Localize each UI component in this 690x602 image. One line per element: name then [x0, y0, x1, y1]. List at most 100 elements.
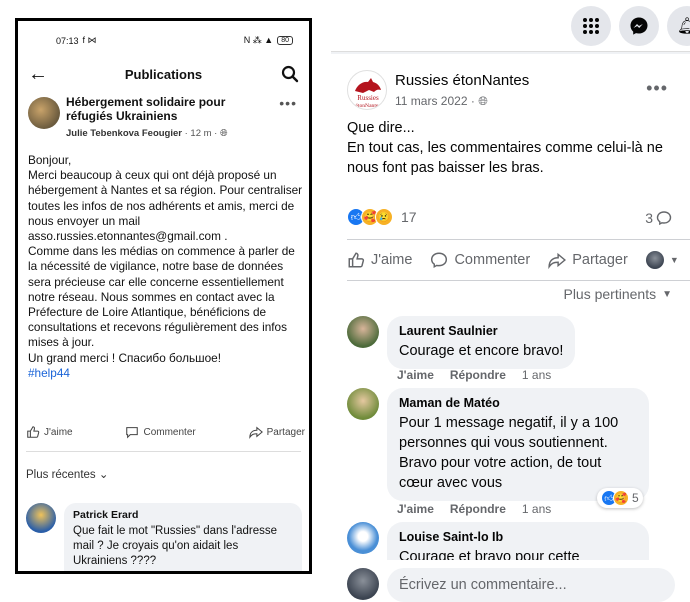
post-text: Que dire... En tout cas, les commentaires…: [347, 118, 677, 178]
comment-text: Que fait le mot "Russies" dans l'adresse…: [73, 525, 278, 567]
messenger-button[interactable]: [619, 6, 659, 46]
notifications-button[interactable]: 🔔︎: [667, 6, 690, 46]
chevron-down-icon: ⌄: [98, 469, 109, 481]
comment-icon: [126, 427, 139, 439]
comment-bubble: Louise Saint-lo Ib Courage et bravo pour…: [387, 522, 649, 560]
caret-down-icon: ▼: [669, 255, 679, 265]
comment-label: Commenter: [454, 252, 531, 268]
avatar[interactable]: [26, 503, 56, 533]
more-options-icon[interactable]: •••: [646, 78, 668, 99]
write-comment-row: Écrivez un commentaire...: [347, 568, 687, 602]
post-line: Comme dans les médias on commence à parl…: [28, 244, 295, 350]
group-avatar[interactable]: [28, 97, 60, 129]
post-card: Russies étonNantes Russies étonNantes 11…: [331, 54, 690, 602]
date-separator: ·: [470, 94, 475, 108]
comment-text: Courage et encore bravo!: [399, 343, 564, 359]
comment-bubble: Patrick Erard Que fait le mot "Russies" …: [64, 503, 302, 571]
like-label: J'aime: [371, 252, 413, 268]
bell-icon: 🔔︎: [676, 18, 690, 35]
page-name[interactable]: Russies étonNantes: [395, 72, 529, 89]
comment-label: Commenter: [143, 426, 196, 438]
phone-screenshot: 07:13 f ⋈ N ⁂ ▲ 80 ← Publications Héberg…: [15, 18, 312, 574]
menu-button[interactable]: [571, 6, 611, 46]
sort-label: Plus pertinents: [563, 286, 657, 302]
comment-reply-button[interactable]: Répondre: [450, 502, 506, 516]
share-label: Partager: [572, 252, 628, 268]
comment-bubble-icon: [656, 211, 672, 226]
share-button[interactable]: Partager: [248, 421, 305, 443]
share-icon: [248, 426, 263, 439]
avatar: [645, 251, 664, 269]
reactions-summary[interactable]: 👍︎ 🥰 😢 17: [347, 208, 417, 226]
status-icons: f ⋈: [82, 35, 97, 45]
phone-screen: 07:13 f ⋈ N ⁂ ▲ 80 ← Publications Héberg…: [18, 21, 309, 571]
audience-selector[interactable]: ▼: [645, 251, 679, 269]
avatar[interactable]: [347, 388, 379, 420]
avatar[interactable]: [347, 568, 379, 600]
comment-author[interactable]: Louise Saint-lo Ib: [399, 530, 637, 544]
comment-time[interactable]: 1 ans: [522, 502, 551, 516]
post-author[interactable]: Julie Tebenkova Feougier: [66, 128, 182, 139]
avatar[interactable]: [347, 316, 379, 348]
post-date-line: 11 mars 2022 · 🌐︎: [395, 94, 488, 109]
status-bar: 07:13 f ⋈: [56, 35, 97, 46]
comment-button[interactable]: Commenter: [430, 251, 530, 269]
thumbs-up-icon: [348, 252, 365, 268]
top-nav: 🔔︎: [331, 0, 690, 52]
battery-icon: 80: [277, 36, 293, 45]
post-body: Bonjour, Merci beaucoup à ceux qui ont d…: [28, 153, 304, 381]
avatar[interactable]: [347, 522, 379, 554]
search-icon[interactable]: [281, 65, 299, 88]
comment-bubble: Maman de Matéo Pour 1 message negatif, i…: [387, 388, 649, 501]
post-actions: J'aime Commenter Partager ▼: [347, 248, 690, 272]
screenshot-root: 07:13 f ⋈ N ⁂ ▲ 80 ← Publications Héberg…: [0, 0, 690, 602]
globe-icon: 🌐︎: [220, 128, 228, 139]
more-options-icon[interactable]: •••: [279, 95, 297, 111]
post-actions: J'aime Commenter Partager: [26, 421, 305, 443]
divider: [26, 451, 301, 452]
divider: [347, 239, 690, 240]
comment-reply-button[interactable]: Répondre: [450, 368, 506, 382]
comment-time[interactable]: 1 ans: [522, 368, 551, 382]
logo-text: Russies: [357, 94, 379, 102]
like-button[interactable]: J'aime: [347, 251, 412, 269]
sort-dropdown[interactable]: Plus pertinents ▼: [563, 286, 672, 302]
comment-like-button[interactable]: J'aime: [397, 502, 434, 516]
status-bar-right: N ⁂ ▲ 80: [244, 35, 293, 46]
comment-author[interactable]: Laurent Saulnier: [399, 324, 563, 338]
comment-count-value: 3: [645, 210, 653, 226]
grid-menu-icon: [583, 18, 599, 34]
comment-like-button[interactable]: J'aime: [397, 368, 434, 382]
group-name[interactable]: Hébergement solidaire pour réfugiés Ukra…: [66, 95, 256, 123]
app-header: ← Publications: [18, 63, 309, 89]
logo-text: étonNantes: [355, 103, 380, 109]
comment-reactions[interactable]: 👍︎ 🥰 5: [597, 488, 643, 508]
thumbs-up-icon: [27, 426, 40, 438]
post-date[interactable]: 11 mars 2022: [395, 94, 468, 108]
post-time: 12 m: [190, 128, 212, 139]
post-line: Merci beaucoup à ceux qui ont déjà propo…: [28, 168, 303, 244]
post-line: Bonjour,: [28, 153, 72, 167]
facebook-desktop: 🔔︎ Russies étonNantes Russies étonNantes…: [331, 0, 690, 602]
post-header: Hébergement solidaire pour réfugiés Ukra…: [26, 95, 301, 143]
comment-actions: J'aime Répondre 1 ans: [397, 502, 551, 516]
sort-dropdown[interactable]: Plus récentes ⌄: [26, 467, 109, 481]
page-title: Publications: [124, 67, 203, 82]
like-button[interactable]: J'aime: [26, 421, 73, 443]
comment-button[interactable]: Commenter: [125, 421, 196, 443]
comment-author[interactable]: Patrick Erard: [73, 509, 293, 521]
comment-text: Pour 1 message negatif, il y a 100 perso…: [399, 415, 619, 491]
share-button[interactable]: Partager: [548, 251, 628, 269]
page-logo[interactable]: Russies étonNantes: [347, 70, 387, 110]
comment-count[interactable]: 3: [645, 210, 672, 226]
comment-author[interactable]: Maman de Matéo: [399, 396, 637, 410]
globe-icon: 🌐︎: [478, 94, 488, 108]
share-label: Partager: [266, 426, 305, 438]
status-time: 07:13: [56, 35, 79, 46]
signal-icons: N ⁂ ▲: [243, 35, 274, 45]
post-text-content: Que dire... En tout cas, les commentaires…: [347, 120, 663, 176]
comment-bubble: Laurent Saulnier Courage et encore bravo…: [387, 316, 576, 369]
comment-input[interactable]: Écrivez un commentaire...: [387, 568, 675, 602]
comment: Louise Saint-lo Ib Courage et bravo pour…: [347, 522, 687, 560]
hashtag-link[interactable]: #help44: [28, 366, 304, 381]
